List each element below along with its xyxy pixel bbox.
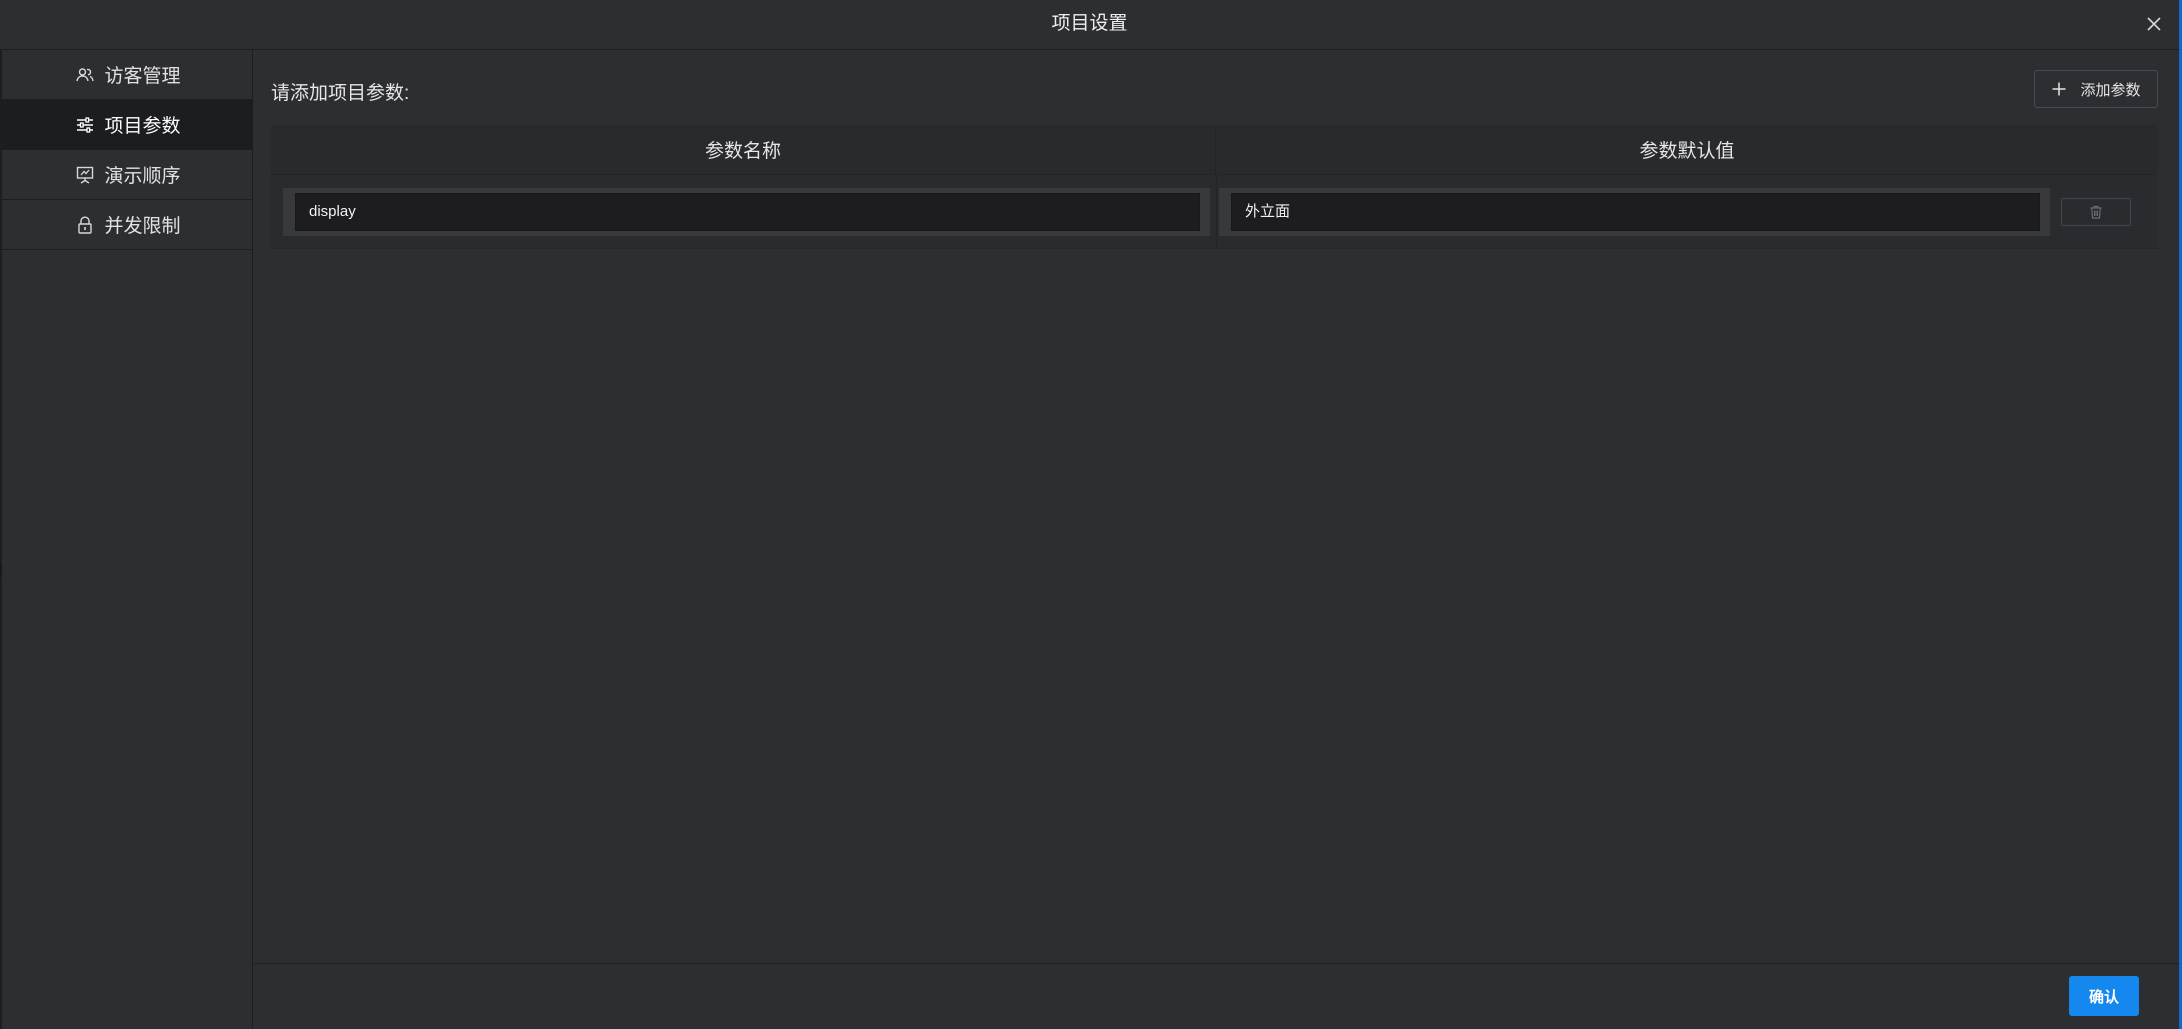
close-icon[interactable] — [2143, 13, 2165, 35]
sidebar-item-label: 项目参数 — [104, 116, 181, 137]
column-header-default-value: 参数默认值 — [1639, 141, 1735, 162]
param-default-cell: 外立面 — [1219, 188, 2050, 236]
params-table: 参数名称 参数默认值 display 外立面 — [271, 125, 2158, 249]
delete-row-button[interactable] — [2061, 198, 2131, 226]
trash-icon — [2090, 205, 2102, 219]
sidebar-item-visitors[interactable]: 访客管理 — [2, 50, 253, 100]
dialog-title: 项目设置 — [1051, 13, 1128, 34]
presentation-icon — [74, 164, 96, 186]
column-divider — [1216, 175, 1217, 249]
sidebar-item-presentation-order[interactable]: 演示顺序 — [2, 150, 253, 200]
sidebar-item-project-params[interactable]: 项目参数 — [2, 100, 253, 150]
users-icon — [74, 64, 96, 86]
lock-icon — [74, 214, 96, 236]
param-default-input[interactable]: 外立面 — [1231, 193, 2040, 231]
confirm-button[interactable]: 确认 — [2069, 976, 2139, 1016]
column-header-name: 参数名称 — [271, 125, 1216, 174]
sliders-icon — [74, 114, 96, 136]
edge-divider — [0, 563, 2, 577]
params-heading: 请添加项目参数: — [271, 83, 410, 104]
sidebar-item-concurrency-limit[interactable]: 并发限制 — [2, 200, 253, 250]
project-settings-dialog: 项目设置 访客管理 项目参数 演示顺序 并发限制 请添加项目参数: 添加参数 参… — [0, 0, 2182, 1029]
dialog-titlebar: 项目设置 — [0, 0, 2179, 50]
dialog-footer: 确认 — [254, 963, 2179, 1029]
table-row: display 外立面 — [271, 175, 2158, 249]
table-header: 参数名称 参数默认值 — [271, 125, 2158, 175]
sidebar-item-label: 演示顺序 — [104, 166, 181, 187]
plus-icon — [2052, 82, 2066, 96]
param-name-input[interactable]: display — [295, 193, 1200, 231]
sidebar-item-label: 访客管理 — [104, 66, 181, 87]
settings-sidebar: 访客管理 项目参数 演示顺序 并发限制 — [0, 50, 253, 1029]
add-param-button[interactable]: 添加参数 — [2034, 70, 2158, 108]
sidebar-item-label: 并发限制 — [104, 216, 181, 237]
param-name-cell: display — [283, 188, 1210, 236]
add-param-label: 添加参数 — [2080, 81, 2141, 99]
params-panel: 请添加项目参数: 添加参数 参数名称 参数默认值 display 外立面 — [254, 50, 2179, 963]
